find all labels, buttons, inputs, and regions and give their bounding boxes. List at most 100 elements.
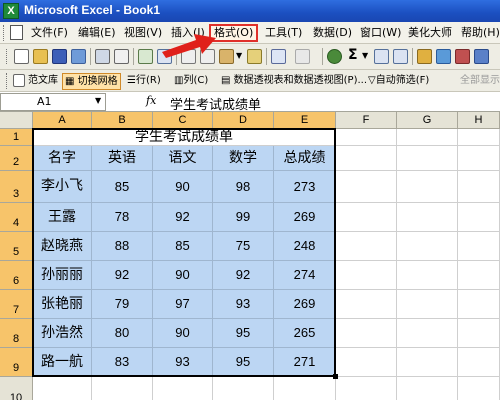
column-header-f[interactable]: F <box>336 112 397 129</box>
formula-input[interactable]: 学生考试成绩单 <box>170 94 261 113</box>
cell[interactable] <box>336 348 397 377</box>
help-icon[interactable] <box>474 49 489 64</box>
student-name-cell[interactable]: 赵晓燕 <box>33 232 92 261</box>
cell[interactable] <box>458 171 500 203</box>
cell[interactable] <box>336 203 397 232</box>
table-header-cell[interactable]: 语文 <box>153 146 213 171</box>
name-box-dropdown-icon[interactable]: ▼ <box>95 96 101 105</box>
hyperlink-icon[interactable] <box>327 49 342 64</box>
row-header-6[interactable]: 6 <box>0 261 33 290</box>
score-cell[interactable]: 75 <box>213 232 274 261</box>
zoom-icon[interactable] <box>455 49 470 64</box>
cell[interactable] <box>458 203 500 232</box>
autosum-icon[interactable]: Σ <box>348 47 363 63</box>
sort-ascending-icon[interactable] <box>374 49 389 64</box>
name-box[interactable]: A1 <box>0 93 106 111</box>
score-cell[interactable]: 99 <box>213 203 274 232</box>
menu-data[interactable]: 数据(D) <box>310 24 355 42</box>
student-name-cell[interactable]: 张艳丽 <box>33 290 92 319</box>
row-header-9[interactable]: 9 <box>0 348 33 377</box>
menu-edit[interactable]: 编辑(E) <box>75 24 119 42</box>
excel-icon[interactable]: X <box>3 3 19 19</box>
drawing-icon[interactable] <box>436 49 451 64</box>
cell[interactable] <box>458 377 500 400</box>
cell[interactable] <box>458 261 500 290</box>
cell[interactable] <box>336 232 397 261</box>
score-cell[interactable]: 95 <box>213 319 274 348</box>
score-cell[interactable]: 265 <box>274 319 336 348</box>
score-cell[interactable]: 92 <box>213 261 274 290</box>
menu-help[interactable]: 帮助(H) <box>458 24 500 42</box>
cell[interactable] <box>458 348 500 377</box>
score-cell[interactable]: 273 <box>274 171 336 203</box>
open-icon[interactable] <box>33 49 48 64</box>
paste-icon[interactable] <box>219 49 234 64</box>
row-header-5[interactable]: 5 <box>0 232 33 261</box>
cell[interactable] <box>336 377 397 400</box>
spelling-icon[interactable] <box>138 49 153 64</box>
row-header-1[interactable]: 1 <box>0 129 33 146</box>
autofilter-button[interactable]: ▽自动筛选(F) <box>366 73 431 90</box>
cell[interactable] <box>336 261 397 290</box>
cell[interactable] <box>336 129 397 146</box>
toolbar-grip[interactable] <box>6 49 9 64</box>
cell[interactable] <box>458 290 500 319</box>
insert-function-icon[interactable]: fx <box>146 94 156 107</box>
row-header-10[interactable]: 10 <box>0 377 33 400</box>
cell[interactable] <box>336 171 397 203</box>
insert-row-button[interactable]: ☰行(R) <box>125 73 163 90</box>
score-cell[interactable]: 90 <box>153 171 213 203</box>
print-icon[interactable] <box>95 49 110 64</box>
menu-file[interactable]: 文件(F) <box>28 24 71 42</box>
score-cell[interactable]: 85 <box>153 232 213 261</box>
score-cell[interactable]: 79 <box>92 290 153 319</box>
table-title-cell[interactable]: 学生考试成绩单 <box>33 129 336 146</box>
table-header-cell[interactable]: 名字 <box>33 146 92 171</box>
permission-icon[interactable] <box>71 49 86 64</box>
row-header-2[interactable]: 2 <box>0 146 33 171</box>
cell[interactable] <box>397 377 458 400</box>
score-cell[interactable]: 98 <box>213 171 274 203</box>
document-icon[interactable] <box>10 25 23 40</box>
score-cell[interactable]: 97 <box>153 290 213 319</box>
row-header-3[interactable]: 3 <box>0 171 33 203</box>
student-name-cell[interactable]: 王露 <box>33 203 92 232</box>
menu-grip[interactable] <box>3 25 6 41</box>
row-header-4[interactable]: 4 <box>0 203 33 232</box>
cell[interactable] <box>397 203 458 232</box>
column-header-d[interactable]: D <box>213 112 274 129</box>
row-header-7[interactable]: 7 <box>0 290 33 319</box>
score-cell[interactable]: 85 <box>92 171 153 203</box>
menu-tools[interactable]: 工具(T) <box>262 24 305 42</box>
table-header-cell[interactable]: 英语 <box>92 146 153 171</box>
print-preview-icon[interactable] <box>114 49 129 64</box>
cell[interactable] <box>92 377 153 400</box>
cell[interactable] <box>213 377 274 400</box>
cell[interactable] <box>458 319 500 348</box>
select-all-corner[interactable] <box>0 112 33 129</box>
cell[interactable] <box>458 232 500 261</box>
save-icon[interactable] <box>52 49 67 64</box>
paste-dropdown-icon[interactable]: ▼ <box>236 51 244 66</box>
menu-beautify[interactable]: 美化大师 <box>405 24 455 42</box>
score-cell[interactable]: 90 <box>153 319 213 348</box>
cell[interactable] <box>397 129 458 146</box>
column-header-g[interactable]: G <box>397 112 458 129</box>
score-cell[interactable]: 269 <box>274 290 336 319</box>
column-header-b[interactable]: B <box>92 112 153 129</box>
format-painter-icon[interactable] <box>247 49 262 64</box>
cell[interactable] <box>336 290 397 319</box>
score-cell[interactable]: 90 <box>153 261 213 290</box>
pivot-table-button[interactable]: ▤ 数据透视表和数据透视图(P)... <box>219 73 369 90</box>
score-cell[interactable]: 248 <box>274 232 336 261</box>
cell[interactable] <box>458 146 500 171</box>
cell[interactable] <box>336 319 397 348</box>
cell[interactable] <box>274 377 336 400</box>
cell[interactable] <box>397 348 458 377</box>
student-name-cell[interactable]: 孙丽丽 <box>33 261 92 290</box>
cell[interactable] <box>397 290 458 319</box>
autosum-dropdown-icon[interactable]: ▼ <box>362 51 370 66</box>
column-header-h[interactable]: H <box>458 112 500 129</box>
cell[interactable] <box>397 261 458 290</box>
menu-window[interactable]: 窗口(W) <box>357 24 404 42</box>
